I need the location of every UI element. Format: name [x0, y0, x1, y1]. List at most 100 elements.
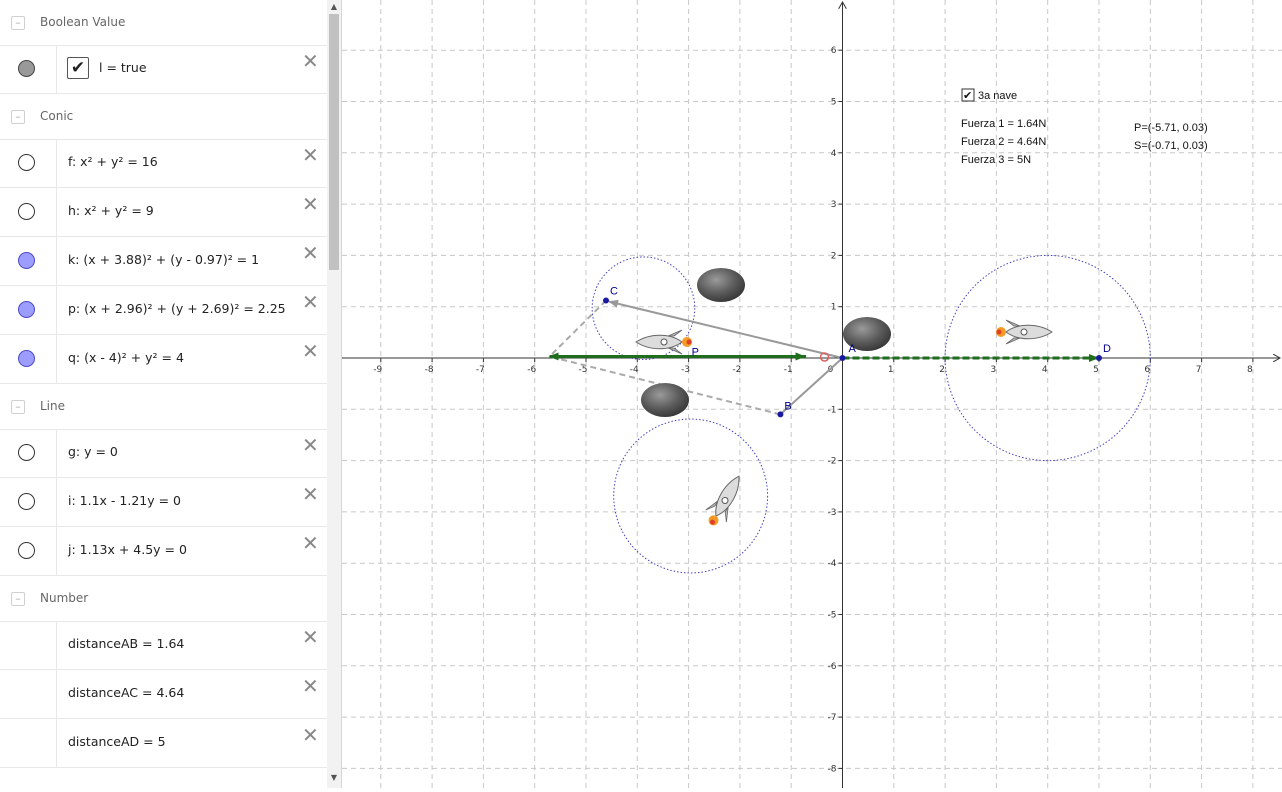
definition-text[interactable]: l = true: [99, 60, 147, 75]
force-2-text: Fuerza 2 = 4.64N: [961, 136, 1046, 148]
collapse-icon[interactable]: –: [11, 592, 25, 606]
rocket-icon: [635, 329, 692, 355]
category-header[interactable]: – Boolean Value: [0, 0, 327, 46]
collapse-icon[interactable]: –: [11, 110, 25, 124]
algebra-scrollbar[interactable]: ▲ ▼: [327, 0, 342, 788]
marker-cell[interactable]: [0, 478, 57, 526]
y-tick-label: -1: [828, 405, 837, 415]
x-tick-label: 3: [991, 365, 997, 375]
algebra-item[interactable]: k: (x + 3.88)² + (y - 0.97)² = 1 ✕: [0, 237, 327, 286]
definition-text[interactable]: g: y = 0: [68, 444, 118, 459]
y-tick-label: 3: [831, 200, 837, 210]
x-tick-label: 5: [1093, 365, 1099, 375]
algebra-item[interactable]: ✔ l = true ✕: [0, 45, 327, 94]
marker-cell[interactable]: [0, 335, 57, 383]
definition-text[interactable]: j: 1.13x + 4.5y = 0: [68, 542, 187, 557]
y-tick-label: 2: [831, 251, 837, 261]
delete-icon[interactable]: ✕: [302, 194, 319, 214]
visibility-toggle-icon[interactable]: [18, 60, 35, 77]
visibility-toggle-icon[interactable]: [18, 444, 35, 461]
x-tick-label: 6: [1144, 365, 1150, 375]
visibility-toggle-icon[interactable]: [18, 493, 35, 510]
algebra-item[interactable]: f: x² + y² = 16 ✕: [0, 139, 327, 188]
marker-cell[interactable]: [0, 188, 57, 236]
delete-icon[interactable]: ✕: [302, 725, 319, 745]
delete-icon[interactable]: ✕: [302, 484, 319, 504]
axis-tick-labels: -9-8-7-6-5-4-3-2-1012345678654321-1-2-3-…: [373, 46, 1254, 774]
point-label: B: [784, 400, 791, 412]
algebra-item[interactable]: distanceAB = 1.64 ✕: [0, 621, 327, 670]
x-tick-label: -1: [784, 365, 793, 375]
y-tick-label: 6: [831, 46, 837, 56]
point-label: A: [849, 343, 857, 355]
delete-icon[interactable]: ✕: [302, 145, 319, 165]
collapse-icon[interactable]: –: [11, 400, 25, 414]
definition-text[interactable]: distanceAD = 5: [68, 734, 166, 749]
marker-cell[interactable]: [0, 139, 57, 187]
algebra-item[interactable]: i: 1.1x - 1.21y = 0 ✕: [0, 478, 327, 527]
marker-cell[interactable]: [0, 429, 57, 477]
x-tick-label: -2: [732, 365, 741, 375]
checkbox-label: 3a nave: [978, 90, 1017, 102]
delete-icon[interactable]: ✕: [302, 676, 319, 696]
delete-icon[interactable]: ✕: [302, 292, 319, 312]
definition-text[interactable]: q: (x - 4)² + y² = 4: [68, 350, 184, 365]
definition-text[interactable]: p: (x + 2.96)² + (y + 2.69)² = 2.25: [68, 301, 286, 316]
visibility-toggle-icon[interactable]: [18, 350, 35, 367]
delete-icon[interactable]: ✕: [302, 243, 319, 263]
visibility-toggle-icon[interactable]: [18, 203, 35, 220]
visibility-toggle-icon[interactable]: [18, 154, 35, 171]
asteroid-icon: [697, 268, 745, 302]
definition-text[interactable]: h: x² + y² = 9: [68, 203, 154, 218]
category-label: Number: [40, 591, 89, 605]
algebra-item[interactable]: distanceAD = 5 ✕: [0, 719, 327, 768]
marker-cell[interactable]: [0, 719, 57, 767]
category-header[interactable]: – Conic: [0, 94, 327, 140]
marker-cell[interactable]: [0, 621, 57, 669]
marker-cell[interactable]: [0, 527, 57, 575]
category-header[interactable]: – Line: [0, 384, 327, 430]
visibility-toggle-icon[interactable]: [18, 301, 35, 318]
scrollbar-thumb[interactable]: [329, 14, 339, 270]
boolean-checkbox[interactable]: ✔: [67, 57, 89, 79]
definition-text[interactable]: f: x² + y² = 16: [68, 154, 158, 169]
point-d[interactable]: [1096, 355, 1102, 361]
visibility-toggle-icon[interactable]: [18, 542, 35, 559]
delete-icon[interactable]: ✕: [302, 435, 319, 455]
marker-cell[interactable]: [0, 237, 57, 285]
point-b[interactable]: [777, 411, 784, 418]
algebra-item[interactable]: distanceAC = 4.64 ✕: [0, 670, 327, 719]
delete-icon[interactable]: ✕: [302, 341, 319, 361]
definition-text[interactable]: distanceAC = 4.64: [68, 685, 184, 700]
x-tick-label: -3: [681, 365, 690, 375]
point-p-coords: P=(-5.71, 0.03): [1134, 122, 1208, 134]
x-tick-label: -6: [527, 365, 536, 375]
algebra-item[interactable]: h: x² + y² = 9 ✕: [0, 188, 327, 237]
algebra-item[interactable]: j: 1.13x + 4.5y = 0 ✕: [0, 527, 327, 576]
visibility-toggle-icon[interactable]: [18, 252, 35, 269]
collapse-icon[interactable]: –: [11, 16, 25, 30]
scroll-up-arrow-icon[interactable]: ▲: [328, 1, 340, 13]
x-tick-label: -8: [425, 365, 434, 375]
scroll-down-arrow-icon[interactable]: ▼: [328, 772, 340, 784]
graphics-canvas[interactable]: -9-8-7-6-5-4-3-2-1012345678654321-1-2-3-…: [342, 0, 1282, 788]
delete-icon[interactable]: ✕: [302, 51, 319, 71]
point-a[interactable]: [839, 355, 846, 361]
marker-cell[interactable]: [0, 45, 57, 93]
algebra-item[interactable]: q: (x - 4)² + y² = 4 ✕: [0, 335, 327, 384]
marker-cell[interactable]: [0, 670, 57, 718]
marker-cell[interactable]: [0, 286, 57, 334]
definition-text[interactable]: distanceAB = 1.64: [68, 636, 184, 651]
checkbox-3a-nave[interactable]: ✔ 3a nave: [961, 88, 1017, 102]
category-header[interactable]: – Number: [0, 576, 327, 622]
y-tick-label: 5: [831, 98, 837, 108]
point-label: P: [692, 346, 699, 358]
definition-text[interactable]: k: (x + 3.88)² + (y - 0.97)² = 1: [68, 252, 259, 267]
algebra-item[interactable]: g: y = 0 ✕: [0, 429, 327, 478]
graphics-view[interactable]: -9-8-7-6-5-4-3-2-1012345678654321-1-2-3-…: [342, 0, 1282, 788]
algebra-item[interactable]: p: (x + 2.96)² + (y + 2.69)² = 2.25 ✕: [0, 286, 327, 335]
delete-icon[interactable]: ✕: [302, 627, 319, 647]
point-c[interactable]: [603, 297, 610, 304]
delete-icon[interactable]: ✕: [302, 533, 319, 553]
definition-text[interactable]: i: 1.1x - 1.21y = 0: [68, 493, 181, 508]
